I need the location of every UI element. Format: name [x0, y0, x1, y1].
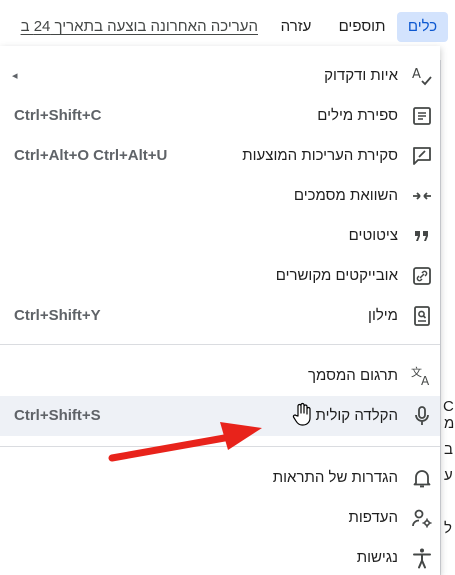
menu-item-label: הגדרות של התראות	[272, 469, 398, 486]
svg-text:A: A	[421, 374, 430, 388]
linked-objects-icon	[410, 264, 434, 288]
menu-item-label: נגישות	[356, 549, 398, 566]
compare-documents-icon	[410, 184, 434, 208]
menu-item-review-suggested-edits[interactable]: Ctrl+Alt+O Ctrl+Alt+U סקירת העריכות המוצ…	[0, 136, 440, 176]
citations-icon	[410, 224, 434, 248]
app-window: העריכה האחרונה בוצעה בתאריך 24 ב עזרה תו…	[0, 0, 455, 575]
accessibility-icon	[410, 546, 434, 570]
menu-item-label: איות ודקדוק	[324, 67, 398, 84]
shortcut-text: Ctrl+Shift+Y	[14, 307, 101, 324]
menu-help[interactable]: עזרה	[268, 12, 324, 42]
menu-item-label: הקלדה קולית	[315, 407, 399, 424]
menu-divider	[0, 446, 440, 447]
review-edits-icon	[410, 144, 434, 168]
tools-dropdown-menu: ◂ איות ודקדוק A Ctrl+Shift+C ספירת מילים…	[0, 46, 440, 575]
doc-peek-glyph: ב	[444, 441, 453, 458]
menu-item-label: מילון	[368, 307, 398, 324]
document-peek: C מ ב ע ל	[440, 60, 455, 575]
shortcut-text: Ctrl+Shift+S	[14, 407, 101, 424]
translate-icon: 文A	[410, 364, 434, 388]
menu-item-translate-document[interactable]: תרגום המסמך 文A	[0, 356, 440, 396]
menu-divider	[0, 344, 440, 345]
menu-item-compare-documents[interactable]: השוואת מסמכים	[0, 176, 440, 216]
submenu-arrow-icon: ◂	[12, 70, 18, 82]
menu-item-preferences[interactable]: העדפות	[0, 498, 440, 538]
dictionary-icon	[410, 304, 434, 328]
microphone-icon	[410, 404, 434, 428]
doc-peek-glyph: מ	[444, 415, 455, 432]
menu-item-accessibility[interactable]: נגישות	[0, 538, 440, 575]
menu-item-spelling-grammar[interactable]: ◂ איות ודקדוק A	[0, 56, 440, 96]
preferences-icon	[410, 506, 434, 530]
menu-item-label: ציטוטים	[348, 227, 398, 244]
menu-item-label: ספירת מילים	[317, 107, 398, 124]
doc-peek-glyph: ע	[444, 467, 453, 484]
menu-item-label: העדפות	[348, 509, 398, 526]
doc-peek-glyph: C	[443, 398, 454, 415]
menu-item-label: השוואת מסמכים	[293, 187, 398, 204]
menu-item-label: תרגום המסמך	[307, 367, 398, 384]
spellcheck-icon: A	[410, 64, 434, 88]
word-count-icon	[410, 104, 434, 128]
bell-icon	[410, 466, 434, 490]
menu-item-dictionary[interactable]: Ctrl+Shift+Y מילון	[0, 296, 440, 336]
menu-item-notification-settings[interactable]: הגדרות של התראות	[0, 458, 440, 498]
shortcut-text: Ctrl+Alt+O Ctrl+Alt+U	[14, 147, 168, 164]
svg-text:A: A	[412, 67, 421, 82]
menu-item-voice-typing[interactable]: Ctrl+Shift+S הקלדה קולית	[0, 396, 440, 436]
menu-item-citations[interactable]: ציטוטים	[0, 216, 440, 256]
menu-item-linked-objects[interactable]: אובייקטים מקושרים	[0, 256, 440, 296]
hand-cursor-icon	[292, 402, 311, 426]
doc-peek-glyph: ל	[444, 520, 452, 537]
menu-item-label: סקירת העריכות המוצעות	[242, 147, 398, 164]
shortcut-text: Ctrl+Shift+C	[14, 107, 102, 124]
menu-tools[interactable]: כלים	[397, 12, 448, 42]
menu-addons[interactable]: תוספים	[330, 12, 394, 42]
last-edit-link[interactable]: העריכה האחרונה בוצעה בתאריך 24 ב	[0, 18, 258, 35]
menu-item-label: אובייקטים מקושרים	[275, 267, 398, 284]
menu-item-word-count[interactable]: Ctrl+Shift+C ספירת מילים	[0, 96, 440, 136]
